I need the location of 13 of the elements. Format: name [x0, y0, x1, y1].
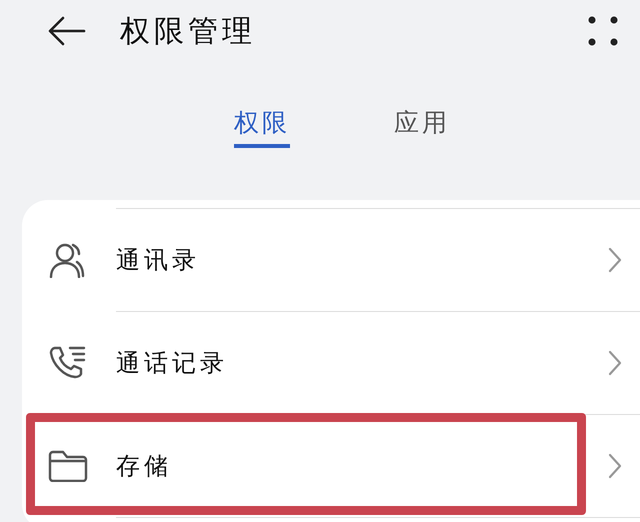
permission-label[interactable]: 通讯录: [116, 244, 608, 276]
chevron-icon: [608, 453, 622, 479]
permission-label[interactable]: 通话记录: [116, 347, 608, 379]
page-title: 权限管理: [120, 12, 257, 50]
phone-list-icon: [48, 345, 88, 381]
tab[interactable]: 权限: [234, 104, 290, 148]
more-icon[interactable]: [588, 16, 618, 46]
chevron-icon: [608, 350, 622, 376]
folder-icon: [48, 450, 88, 482]
back-icon[interactable]: [48, 16, 86, 46]
tab[interactable]: 应用: [394, 104, 450, 148]
permission-label[interactable]: 存储: [116, 450, 608, 482]
chevron-icon: [608, 247, 622, 273]
